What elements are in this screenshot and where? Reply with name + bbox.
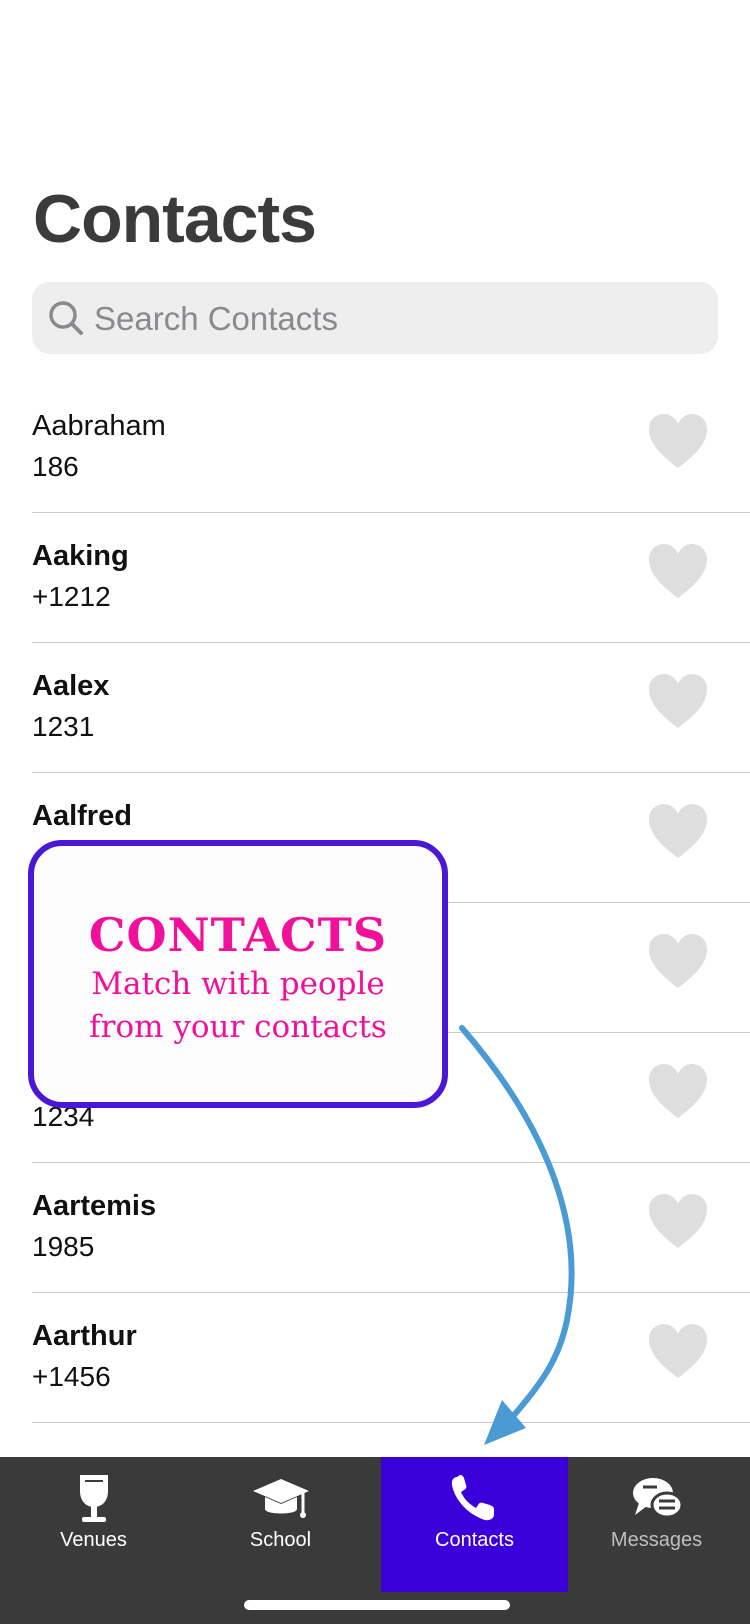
tab-label: Messages xyxy=(610,1529,703,1551)
callout-line-2: from your contacts xyxy=(89,1009,387,1045)
tab-label: School xyxy=(249,1529,312,1551)
tab-contacts[interactable]: Contacts xyxy=(381,1457,568,1592)
callout-heading: CONTACTS xyxy=(88,908,388,962)
contact-name: Aabraham xyxy=(32,410,166,442)
contact-row[interactable]: Aartemis 1985 xyxy=(32,1163,750,1293)
contact-phone: +1212 xyxy=(32,581,111,612)
heart-icon[interactable] xyxy=(646,411,710,471)
contact-name: Aalex xyxy=(32,670,110,702)
promo-callout: CONTACTS Match with people from your con… xyxy=(28,840,448,1108)
home-indicator[interactable] xyxy=(244,1600,510,1610)
contact-row[interactable]: Aarthur +1456 xyxy=(32,1293,750,1423)
page-title: Contacts xyxy=(33,181,317,257)
contact-name: Aarthur xyxy=(32,1320,137,1352)
tab-venues[interactable]: Venues xyxy=(0,1457,187,1592)
search-bar[interactable] xyxy=(32,282,718,356)
contact-row[interactable]: Aaking +1212 xyxy=(32,513,750,643)
heart-icon[interactable] xyxy=(646,801,710,861)
heart-icon[interactable] xyxy=(646,1061,710,1121)
heart-icon[interactable] xyxy=(646,931,710,991)
tab-messages[interactable]: Messages xyxy=(563,1457,750,1592)
callout-line-1: Match with people xyxy=(91,966,385,1002)
contact-row[interactable]: Aalex 1231 xyxy=(32,643,750,773)
tab-bar: Venues School Contacts Messages xyxy=(0,1457,750,1624)
tab-label: Venues xyxy=(60,1529,127,1551)
contact-phone: 1231 xyxy=(32,711,95,742)
tab-label: Contacts xyxy=(435,1529,514,1551)
contact-phone: +1456 xyxy=(32,1361,111,1392)
search-input[interactable] xyxy=(92,282,696,356)
graduation-cap-icon xyxy=(252,1479,309,1518)
tab-school[interactable]: School xyxy=(187,1457,374,1592)
contact-row[interactable]: Aabraham 186 xyxy=(32,383,750,513)
contact-name: Aartemis xyxy=(32,1190,157,1222)
contact-name: Aalfred xyxy=(32,800,132,832)
heart-icon[interactable] xyxy=(646,671,710,731)
search-icon xyxy=(49,301,83,335)
phone-icon xyxy=(451,1475,494,1521)
heart-icon[interactable] xyxy=(646,541,710,601)
pointer-arrow-icon xyxy=(459,1025,575,1445)
contact-phone: 1985 xyxy=(32,1231,95,1262)
heart-icon[interactable] xyxy=(646,1321,710,1381)
contact-name: Aaking xyxy=(32,540,129,572)
wine-glass-icon xyxy=(79,1475,108,1522)
contact-phone: 186 xyxy=(32,451,79,482)
heart-icon[interactable] xyxy=(646,1191,710,1251)
chat-bubbles-icon xyxy=(632,1478,683,1519)
